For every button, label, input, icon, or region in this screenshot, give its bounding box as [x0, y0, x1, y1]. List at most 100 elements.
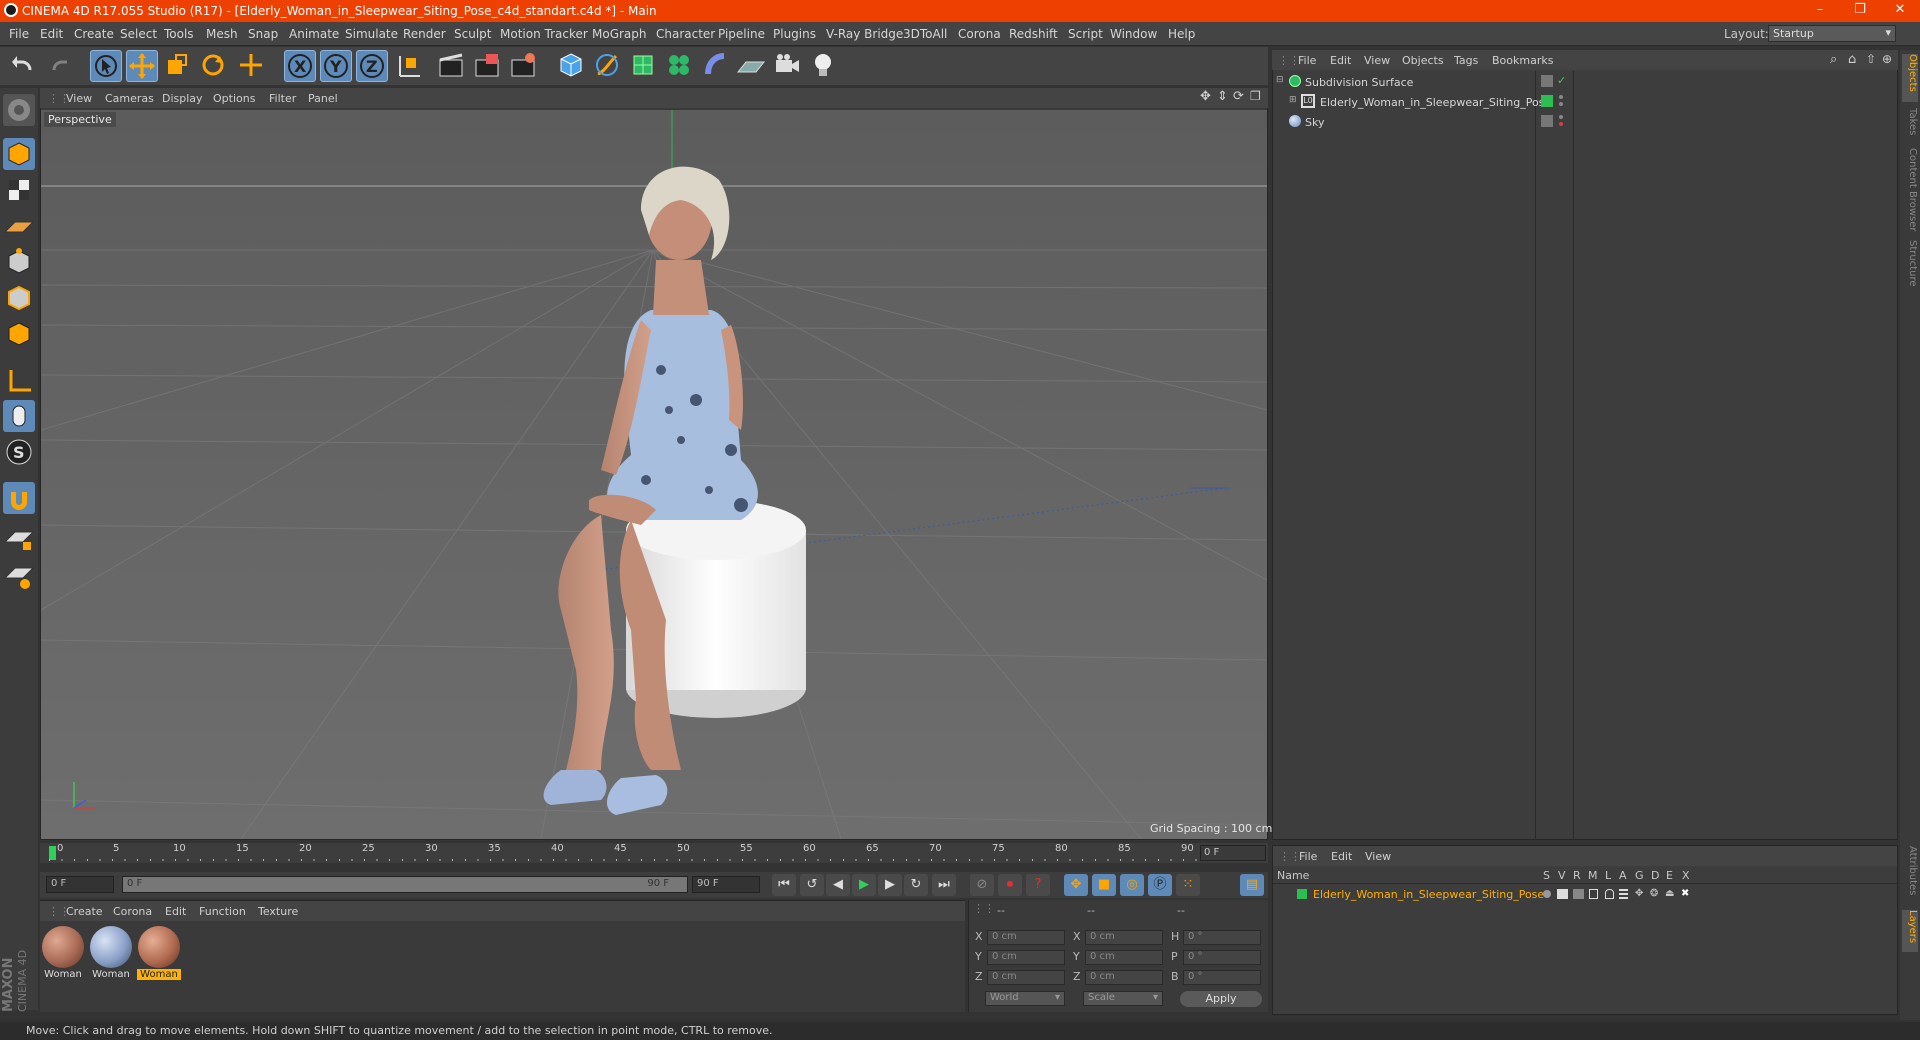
object-row[interactable]: ⊞ L0 Elderly_Woman_in_Sleepwear_Siting_P…	[1273, 92, 1897, 112]
menu-render[interactable]: Render	[403, 27, 446, 41]
menu-simulate[interactable]: Simulate	[345, 27, 398, 41]
menu-3dtoall[interactable]: 3DToAll	[903, 27, 947, 41]
render-picture-viewer-button[interactable]	[472, 50, 504, 82]
cube-button[interactable]	[556, 50, 588, 82]
keyframe-selection-button[interactable]: ⊘	[970, 874, 994, 896]
undo-button[interactable]	[8, 50, 40, 82]
menu-mograph[interactable]: MoGraph	[592, 27, 647, 41]
viewport-3d[interactable]	[41, 110, 1267, 839]
tab-structure[interactable]: Structure	[1902, 240, 1918, 292]
viewport-menu-cameras[interactable]: Cameras	[105, 92, 154, 105]
planar-workplane-button[interactable]	[3, 560, 35, 592]
viewport-zoom-icon[interactable]: ⇕	[1217, 89, 1228, 104]
object-menu-objects[interactable]: Objects	[1402, 54, 1444, 67]
layer-menu-file[interactable]: File	[1299, 850, 1317, 863]
size-y-field[interactable]: 0 cm	[1085, 950, 1163, 965]
menu-plugins[interactable]: Plugins	[773, 27, 816, 41]
object-menu-tags[interactable]: Tags	[1454, 54, 1478, 67]
solo-icon[interactable]	[1543, 890, 1551, 898]
floor-button[interactable]	[736, 50, 768, 82]
view-eye-icon[interactable]	[1557, 889, 1568, 899]
menu-motion-tracker[interactable]: Motion Tracker	[500, 27, 588, 41]
rotation-p-field[interactable]: 0 °	[1183, 950, 1261, 965]
light-button[interactable]	[808, 50, 840, 82]
previous-key-button[interactable]: ↺	[800, 874, 824, 896]
x-axis-button[interactable]: X	[284, 50, 316, 82]
key-rotation-button[interactable]: ◎	[1120, 874, 1144, 896]
generators-icon[interactable]: ✥	[1635, 888, 1643, 899]
move-tool-button[interactable]	[126, 50, 158, 82]
viewport-menu-view[interactable]: View	[66, 92, 92, 105]
menu-tools[interactable]: Tools	[164, 27, 194, 41]
menu-file[interactable]: File	[9, 27, 29, 41]
render-settings-button[interactable]	[508, 50, 540, 82]
go-to-end-button[interactable]: ⏭	[932, 874, 956, 896]
viewport-menu-filter[interactable]: Filter	[269, 92, 296, 105]
tab-objects[interactable]: Objects	[1902, 54, 1918, 102]
material-menu-function[interactable]: Function	[199, 905, 246, 918]
visibility-icon[interactable]	[1541, 75, 1553, 87]
layer-menu-edit[interactable]: Edit	[1331, 850, 1352, 863]
key-parameter-button[interactable]: Ⓟ	[1148, 874, 1172, 896]
material-swatch[interactable]: Woman	[89, 926, 133, 982]
render-view-button[interactable]	[436, 50, 468, 82]
render-icon[interactable]	[1573, 889, 1584, 899]
layout-select[interactable]: Startup ▾	[1768, 25, 1896, 42]
size-x-field[interactable]: 0 cm	[1085, 930, 1163, 945]
redo-button[interactable]	[44, 50, 76, 82]
workplane-button[interactable]	[3, 210, 35, 242]
tab-takes[interactable]: Takes	[1902, 108, 1918, 142]
object-menu-view[interactable]: View	[1364, 54, 1390, 67]
material-menu-edit[interactable]: Edit	[165, 905, 186, 918]
next-frame-button[interactable]: ▶	[878, 874, 902, 896]
timeline-window-button[interactable]: ▤	[1240, 874, 1264, 896]
make-editable-button[interactable]	[3, 94, 35, 126]
live-selection-button[interactable]	[90, 50, 122, 82]
material-menu-texture[interactable]: Texture	[258, 905, 298, 918]
rotation-b-field[interactable]: 0 °	[1183, 970, 1261, 985]
menu-animate[interactable]: Animate	[289, 27, 339, 41]
rotate-tool-button[interactable]	[198, 50, 230, 82]
tab-attributes[interactable]: Attributes	[1902, 846, 1918, 904]
menu-sculpt[interactable]: Sculpt	[454, 27, 491, 41]
object-menu-edit[interactable]: Edit	[1330, 54, 1351, 67]
expand-icon[interactable]: ⊞	[1289, 95, 1297, 105]
material-swatch[interactable]: Woman	[41, 926, 85, 982]
size-z-field[interactable]: 0 cm	[1085, 970, 1163, 985]
tweak-mode-button[interactable]	[3, 400, 35, 432]
polygons-mode-button[interactable]	[3, 318, 35, 350]
next-key-button[interactable]: ↻	[904, 874, 928, 896]
visibility-icon[interactable]	[1541, 115, 1553, 127]
tab-content-browser[interactable]: Content Browser	[1902, 148, 1918, 232]
tab-layers[interactable]: Layers	[1902, 910, 1918, 952]
layer-row[interactable]: Elderly_Woman_in_Sleepwear_Siting_Pose ✥…	[1273, 886, 1897, 904]
object-row[interactable]: Sky	[1273, 112, 1897, 132]
key-pla-button[interactable]: ⁙	[1176, 874, 1200, 896]
manager-icon[interactable]	[1589, 889, 1598, 899]
render-visibility-dot[interactable]	[1559, 122, 1563, 126]
autokey-button[interactable]: ?	[1026, 874, 1050, 896]
end-frame-field[interactable]: 90 F	[692, 876, 760, 893]
model-mode-button[interactable]	[3, 138, 35, 170]
menu-window[interactable]: Window	[1110, 27, 1157, 41]
record-button[interactable]: ⏺	[998, 874, 1022, 896]
snap-button[interactable]: S	[3, 436, 35, 468]
menu-redshift[interactable]: Redshift	[1009, 27, 1058, 41]
go-to-start-button[interactable]: ⏮	[772, 874, 796, 896]
viewport-menu-display[interactable]: Display	[162, 92, 203, 105]
expressions-icon[interactable]: ⏏	[1665, 888, 1674, 899]
viewport-move-icon[interactable]: ✥	[1200, 89, 1211, 104]
menu-character[interactable]: Character	[656, 27, 715, 41]
viewport-menu-options[interactable]: Options	[213, 92, 255, 105]
lock-workplane-button[interactable]	[3, 524, 35, 556]
rotation-h-field[interactable]: 0 °	[1183, 930, 1261, 945]
material-swatch-selected[interactable]: Woman	[137, 926, 181, 982]
minimize-button[interactable]: –	[1800, 2, 1840, 20]
subdivision-surface-button[interactable]	[628, 50, 660, 82]
layer-color-icon[interactable]	[1297, 889, 1307, 899]
object-row[interactable]: ⊟ Subdivision Surface ✓	[1273, 72, 1897, 92]
camera-button[interactable]	[772, 50, 804, 82]
points-mode-button[interactable]	[3, 246, 35, 278]
maximize-button[interactable]: ❐	[1840, 2, 1880, 20]
deformers-icon[interactable]: ❂	[1650, 888, 1658, 899]
